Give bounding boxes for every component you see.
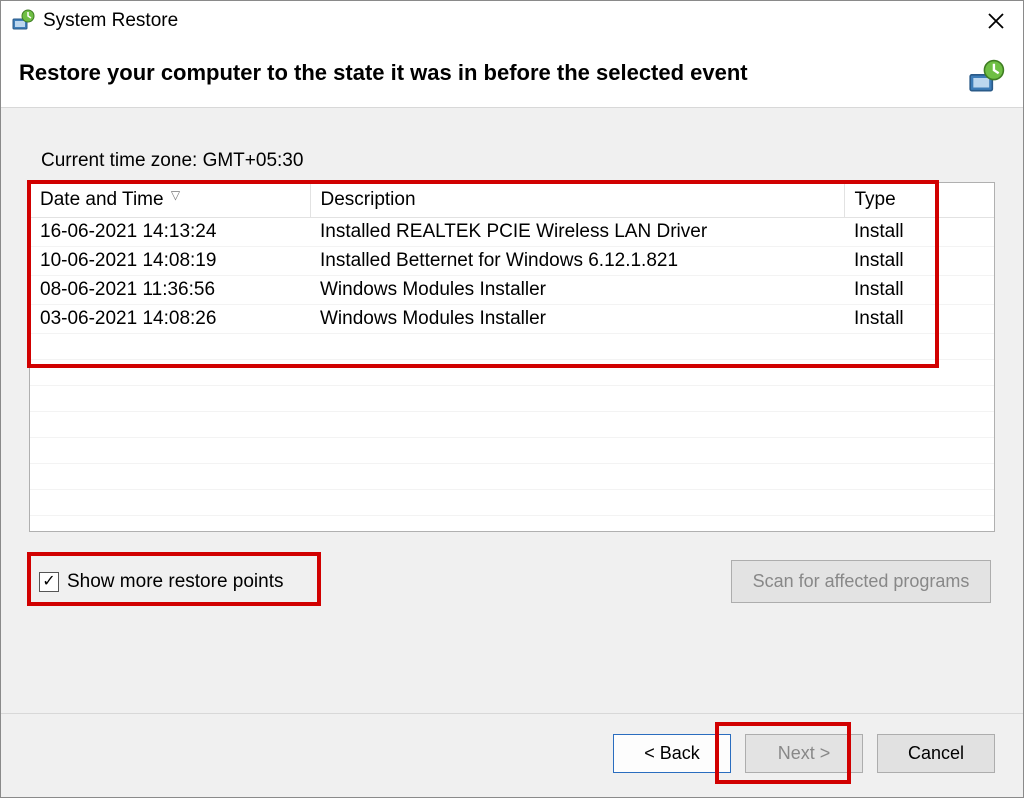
table-row-empty (30, 464, 994, 490)
table-row-empty (30, 386, 994, 412)
back-button-label: < Back (644, 743, 700, 763)
cell-desc: Installed Betternet for Windows 6.12.1.8… (310, 247, 844, 276)
sort-descending-icon: ▽ (171, 188, 180, 202)
table-row-empty (30, 412, 994, 438)
cell-date: 03-06-2021 14:08:26 (30, 305, 310, 334)
cancel-button[interactable]: Cancel (877, 734, 995, 773)
content-area: Current time zone: GMT+05:30 Date and Ti… (1, 107, 1023, 713)
table-row[interactable]: 10-06-2021 14:08:19Installed Betternet f… (30, 247, 994, 276)
column-header-type-label: Type (855, 189, 896, 210)
column-header-type[interactable]: Type (844, 183, 994, 218)
cell-date: 10-06-2021 14:08:19 (30, 247, 310, 276)
column-header-date-label: Date and Time (40, 189, 164, 210)
table-row-empty (30, 490, 994, 516)
table-row[interactable]: 08-06-2021 11:36:56Windows Modules Insta… (30, 276, 994, 305)
cell-type: Install (844, 247, 994, 276)
cell-date: 08-06-2021 11:36:56 (30, 276, 310, 305)
scan-button-label: Scan for affected programs (753, 571, 970, 591)
cell-date: 16-06-2021 14:13:24 (30, 218, 310, 247)
next-button-label: Next > (778, 743, 831, 763)
cell-type: Install (844, 305, 994, 334)
checkbox-label: Show more restore points (67, 571, 284, 593)
table-row-empty (30, 360, 994, 386)
header: Restore your computer to the state it wa… (1, 41, 1023, 107)
table-row-empty (30, 334, 994, 360)
next-button[interactable]: Next > (745, 734, 863, 773)
system-restore-window: System Restore Restore your computer to … (0, 0, 1024, 798)
table-row[interactable]: 03-06-2021 14:08:26Windows Modules Insta… (30, 305, 994, 334)
close-button[interactable] (973, 5, 1019, 37)
system-restore-icon (11, 9, 35, 33)
cell-desc: Installed REALTEK PCIE Wireless LAN Driv… (310, 218, 844, 247)
titlebar: System Restore (1, 1, 1023, 41)
table-row-empty (30, 438, 994, 464)
cell-desc: Windows Modules Installer (310, 276, 844, 305)
timezone-label: Current time zone: GMT+05:30 (41, 150, 995, 172)
column-header-description[interactable]: Description (310, 183, 844, 218)
window-title: System Restore (43, 10, 973, 32)
options-row: ✓ Show more restore points Scan for affe… (29, 560, 995, 603)
cancel-button-label: Cancel (908, 743, 964, 763)
checkbox-icon: ✓ (39, 572, 59, 592)
column-header-date[interactable]: Date and Time ▽ (30, 183, 310, 218)
page-heading: Restore your computer to the state it wa… (19, 59, 967, 88)
cell-type: Install (844, 218, 994, 247)
system-restore-icon (967, 59, 1005, 97)
wizard-footer: < Back Next > Cancel (1, 713, 1023, 797)
table-row[interactable]: 16-06-2021 14:13:24Installed REALTEK PCI… (30, 218, 994, 247)
scan-affected-programs-button[interactable]: Scan for affected programs (731, 560, 991, 603)
cell-type: Install (844, 276, 994, 305)
restore-points-table[interactable]: Date and Time ▽ Description Type 16-06-2… (30, 183, 994, 516)
back-button[interactable]: < Back (613, 734, 731, 773)
show-more-restore-points-checkbox[interactable]: ✓ Show more restore points (33, 567, 290, 597)
column-header-description-label: Description (321, 189, 416, 210)
cell-desc: Windows Modules Installer (310, 305, 844, 334)
restore-points-table-container: Date and Time ▽ Description Type 16-06-2… (29, 182, 995, 532)
